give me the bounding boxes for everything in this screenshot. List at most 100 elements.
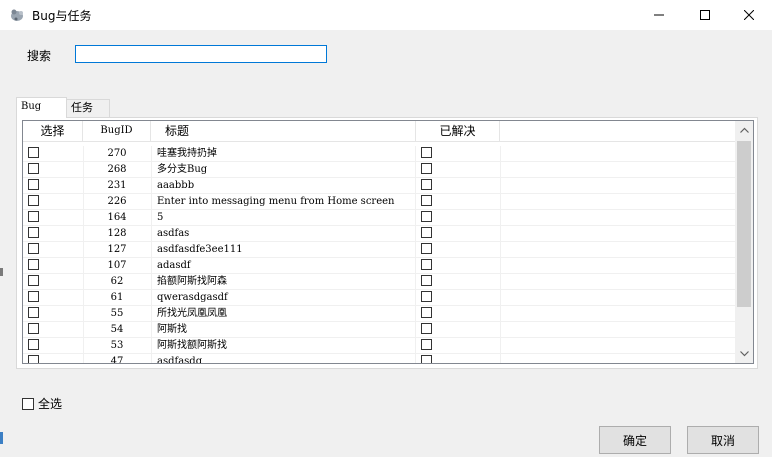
row-resolved-checkbox[interactable] (421, 307, 432, 318)
resolved-cell (416, 146, 501, 161)
row-resolved-checkbox[interactable] (421, 355, 432, 363)
row-select-checkbox[interactable] (28, 355, 39, 363)
column-header-bugid[interactable]: BugID (83, 121, 151, 141)
select-cell (23, 194, 84, 209)
row-resolved-checkbox[interactable] (421, 291, 432, 302)
row-resolved-checkbox[interactable] (421, 259, 432, 270)
bugid-cell: 61 (83, 290, 152, 305)
row-select-checkbox[interactable] (28, 211, 39, 222)
select-cell (23, 210, 84, 225)
title-bar: Bug与任务 (0, 0, 772, 30)
row-resolved-checkbox[interactable] (421, 339, 432, 350)
ok-button[interactable]: 确定 (599, 426, 671, 454)
row-select-checkbox[interactable] (28, 227, 39, 238)
select-cell (23, 226, 84, 241)
select-all[interactable]: 全选 (22, 395, 62, 412)
title-cell: 阿斯找 (151, 322, 416, 337)
close-button[interactable] (726, 0, 772, 30)
bugid-cell: 231 (83, 178, 152, 193)
bugid-cell: 164 (83, 210, 152, 225)
select-cell (23, 322, 84, 337)
title-cell: Enter into messaging menu from Home scre… (151, 194, 416, 209)
cancel-button[interactable]: 取消 (687, 426, 759, 454)
table-row[interactable]: 107 adasdf (23, 258, 735, 274)
row-resolved-checkbox[interactable] (421, 323, 432, 334)
grid-rows: 270 哇塞我持扔掉 268 多分支Bug 231 aaabbb 226 Enter into… (23, 146, 735, 363)
bugid-cell: 127 (83, 242, 152, 257)
row-resolved-checkbox[interactable] (421, 195, 432, 206)
select-cell (23, 258, 84, 273)
row-resolved-checkbox[interactable] (421, 163, 432, 174)
bugid-cell: 55 (83, 306, 152, 321)
row-select-checkbox[interactable] (28, 163, 39, 174)
scrollbar-thumb[interactable] (737, 141, 751, 307)
column-header-resolved[interactable]: 已解决 (416, 121, 500, 141)
bugid-cell: 62 (83, 274, 152, 289)
tab-bug[interactable]: Bug (16, 97, 67, 118)
maximize-icon (700, 10, 710, 20)
minimize-button[interactable] (636, 0, 682, 30)
vertical-scrollbar[interactable] (735, 121, 753, 363)
row-resolved-checkbox[interactable] (421, 227, 432, 238)
table-row[interactable]: 62 掐额阿斯找阿森 (23, 274, 735, 290)
row-select-checkbox[interactable] (28, 243, 39, 254)
scroll-down-button[interactable] (735, 345, 753, 363)
table-row[interactable]: 55 所找光凤凰凤凰 (23, 306, 735, 322)
row-select-checkbox[interactable] (28, 195, 39, 206)
title-cell: asdfasdg (151, 354, 416, 363)
resolved-cell (416, 354, 501, 363)
table-row[interactable]: 53 阿斯找额阿斯找 (23, 338, 735, 354)
row-select-checkbox[interactable] (28, 291, 39, 302)
table-row[interactable]: 47 asdfasdg (23, 354, 735, 363)
resolved-cell (416, 338, 501, 353)
select-cell (23, 306, 84, 321)
title-cell: 阿斯找额阿斯找 (151, 338, 416, 353)
column-header-title[interactable]: 标题 (151, 121, 416, 141)
row-select-checkbox[interactable] (28, 339, 39, 350)
title-cell: qwerasdgasdf (151, 290, 416, 305)
row-select-checkbox[interactable] (28, 307, 39, 318)
row-select-checkbox[interactable] (28, 275, 39, 286)
row-resolved-checkbox[interactable] (421, 275, 432, 286)
search-input[interactable] (75, 45, 327, 63)
table-row[interactable]: 226 Enter into messaging menu from Home s… (23, 194, 735, 210)
table-row[interactable]: 54 阿斯找 (23, 322, 735, 338)
table-row[interactable]: 270 哇塞我持扔掉 (23, 146, 735, 162)
bugid-cell: 54 (83, 322, 152, 337)
maximize-button[interactable] (682, 0, 728, 30)
row-resolved-checkbox[interactable] (421, 211, 432, 222)
table-row[interactable]: 268 多分支Bug (23, 162, 735, 178)
minimize-icon (654, 14, 664, 16)
title-cell: 5 (151, 210, 416, 225)
resolved-cell (416, 322, 501, 337)
title-cell: asdfasdfe3ee111 (151, 242, 416, 257)
window-title: Bug与任务 (32, 9, 92, 23)
select-all-label: 全选 (38, 397, 63, 411)
table-row[interactable]: 127 asdfasdfe3ee111 (23, 242, 735, 258)
bugid-cell: 53 (83, 338, 152, 353)
row-resolved-checkbox[interactable] (421, 243, 432, 254)
table-row[interactable]: 128 asdfas (23, 226, 735, 242)
resolved-cell (416, 274, 501, 289)
bugid-cell: 226 (83, 194, 152, 209)
row-resolved-checkbox[interactable] (421, 147, 432, 158)
table-row[interactable]: 164 5 (23, 210, 735, 226)
select-all-checkbox[interactable] (22, 397, 34, 410)
window-edge-mark (0, 268, 3, 276)
scroll-up-button[interactable] (735, 121, 753, 139)
resolved-cell (416, 194, 501, 209)
resolved-cell (416, 210, 501, 225)
table-row[interactable]: 61 qwerasdgasdf (23, 290, 735, 306)
resolved-cell (416, 178, 501, 193)
column-header-select[interactable]: 选择 (23, 121, 83, 141)
table-row[interactable]: 231 aaabbb (23, 178, 735, 194)
resolved-cell (416, 290, 501, 305)
row-select-checkbox[interactable] (28, 323, 39, 334)
row-select-checkbox[interactable] (28, 147, 39, 158)
row-resolved-checkbox[interactable] (421, 179, 432, 190)
select-cell (23, 354, 84, 363)
tab-task[interactable]: 任务 (66, 99, 110, 117)
bug-grid: 选择 BugID 标题 已解决 270 哇塞我持扔掉 268 多分支Bug 231 aaa… (22, 120, 754, 364)
row-select-checkbox[interactable] (28, 259, 39, 270)
row-select-checkbox[interactable] (28, 179, 39, 190)
